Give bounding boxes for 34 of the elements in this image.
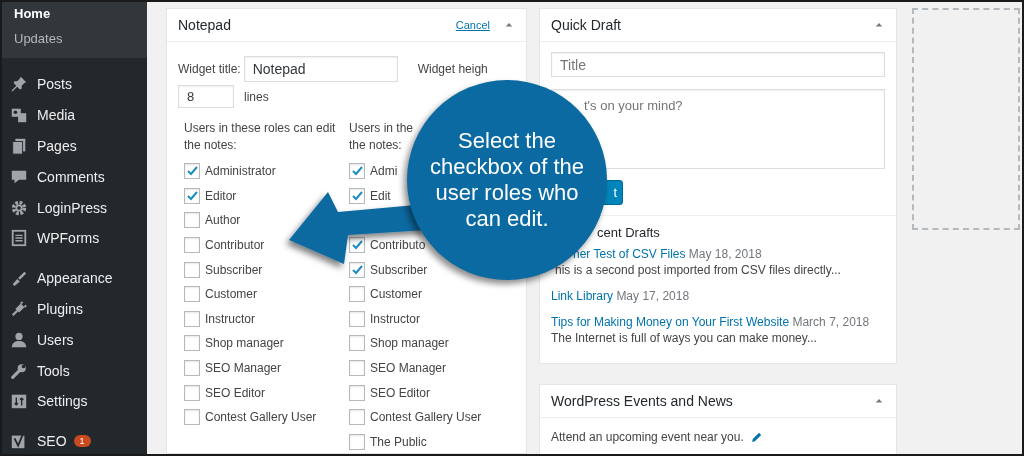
field-label: Widget heigh (417, 62, 488, 76)
checkbox-label: SEO Manager (370, 361, 447, 376)
roles-heading: Users in these roles can edit the notes: (184, 120, 337, 154)
checkbox-label: Contest Gallery User (370, 410, 482, 425)
checkbox-label: Admi (370, 164, 398, 179)
checkbox-label: The Public (370, 434, 427, 449)
checkbox-label: Contributor (205, 238, 265, 253)
checkbox-label: Contest Gallery User (205, 410, 317, 425)
checkbox-label: Shop manager (370, 336, 449, 351)
widget-title: Quick Draft (551, 17, 622, 33)
unit-label: lines (244, 89, 269, 104)
checkbox-label: Subscriber (205, 262, 263, 277)
widget-title: WordPress Events and News (551, 393, 734, 409)
events-text: Attend an upcoming event near you. (551, 430, 744, 444)
checkbox-label: Editor (205, 188, 237, 203)
checkbox-label: Instructor (370, 311, 420, 326)
checkbox-label: SEO Manager (205, 361, 282, 376)
checkbox-label: Shop manager (205, 336, 284, 351)
checkbox-label: SEO Editor (205, 385, 266, 400)
draft-date: May 18, 2018 (688, 247, 762, 261)
checkbox-label: Administrator (205, 164, 276, 179)
notification-badge: 1 (73, 435, 91, 448)
checkbox-label: Customer (205, 287, 257, 302)
roles-heading: the notes: (349, 137, 402, 154)
draft-excerpt: The Internet is full of ways you can make money... (551, 330, 818, 346)
checkbox-label: SEO Editor (370, 385, 431, 400)
draft-date: May 17, 2018 (616, 289, 690, 303)
checkbox-label: Author (205, 213, 241, 228)
checkbox-label: Edit (370, 188, 391, 203)
field-label: Widget title: (178, 62, 241, 76)
draft-date: March 7, 2018 (792, 315, 870, 329)
checkbox-label: Customer (370, 287, 422, 302)
checkbox-label: Instructor (205, 311, 255, 326)
widget-title: Notepad (178, 17, 232, 33)
